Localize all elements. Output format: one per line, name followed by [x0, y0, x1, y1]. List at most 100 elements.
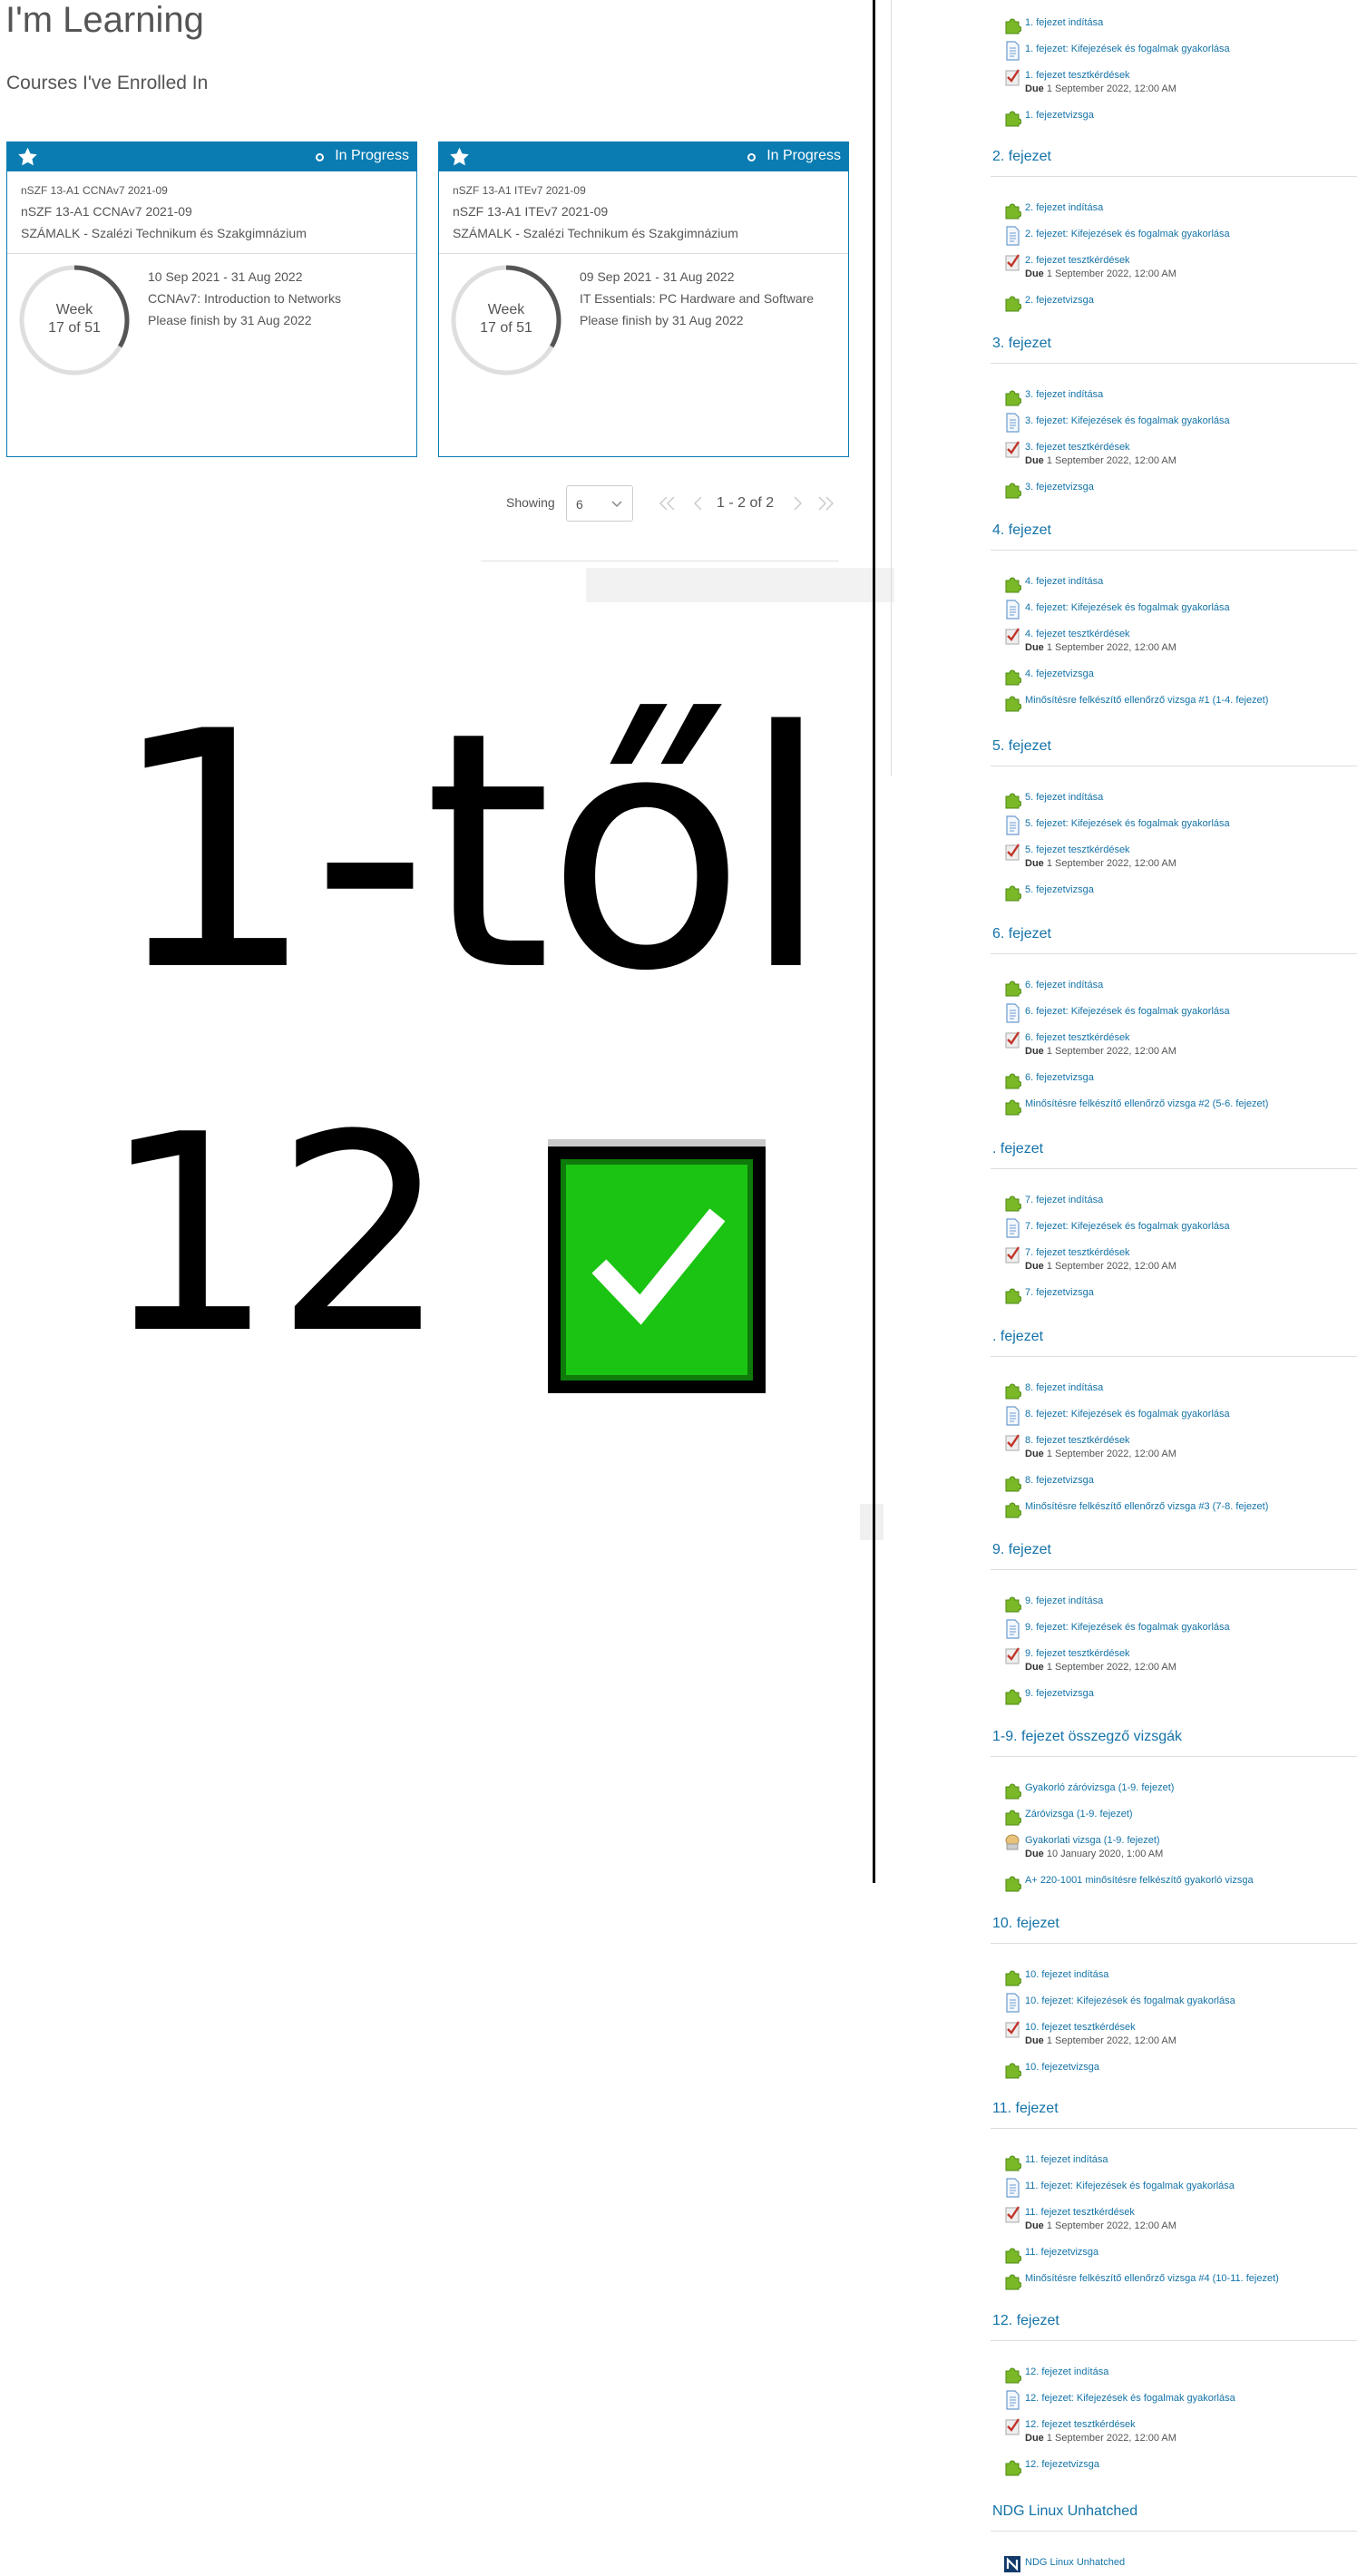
activity-link[interactable]: 4. fejezet tesztkérdések: [1025, 629, 1130, 639]
activity-link[interactable]: 4. fejezetvizsga: [1025, 668, 1094, 679]
activity-link[interactable]: 9. fejezet tesztkérdések: [1025, 1648, 1130, 1659]
course-title: CCNAv7: Introduction to Networks: [148, 291, 341, 306]
module-heading[interactable]: 3. fejezet: [992, 336, 1051, 352]
activity-link[interactable]: 10. fejezet: Kifejezések és fogalmak gya…: [1025, 1995, 1235, 2006]
activity-link[interactable]: A+ 220-1001 minősítésre felkészítő gyako…: [1025, 1875, 1254, 1886]
activity-link[interactable]: Minősítésre felkészítő ellenőrző vizsga …: [1025, 1501, 1268, 1512]
module-divider: [991, 363, 1357, 364]
activity-link[interactable]: 1. fejezet: Kifejezések és fogalmak gyak…: [1025, 44, 1230, 54]
module-heading[interactable]: 6. fejezet: [992, 926, 1051, 942]
chevron-down-icon: [611, 501, 622, 508]
activity-link[interactable]: 2. fejezet indítása: [1025, 202, 1103, 213]
module-heading[interactable]: . fejezet: [992, 1329, 1043, 1345]
next-page-button[interactable]: [786, 491, 809, 516]
module-heading[interactable]: 5. fejezet: [992, 738, 1051, 755]
lab-icon: [1003, 1832, 1021, 1852]
activity-link[interactable]: 11. fejezet: Kifejezések és fogalmak gya…: [1025, 2181, 1235, 2191]
module-heading[interactable]: 9. fejezet: [992, 1542, 1051, 1558]
section-title: Courses I've Enrolled In: [6, 73, 209, 93]
course-card[interactable]: In Progress nSZF 13-A1 ITEv7 2021-09 nSZ…: [438, 141, 849, 457]
scroll-handle[interactable]: [860, 1504, 884, 1540]
first-page-button[interactable]: [655, 491, 678, 516]
page-icon: [1003, 2178, 1021, 2198]
activity-link[interactable]: 12. fejezet indítása: [1025, 2366, 1108, 2377]
module-heading[interactable]: 12. fejezet: [992, 2313, 1059, 2329]
week-label: Week: [55, 302, 93, 317]
module-heading[interactable]: 1-9. fejezet összegző vizsgák: [992, 1729, 1182, 1745]
activity-link[interactable]: 12. fejezet tesztkérdések: [1025, 2419, 1136, 2430]
activity-link[interactable]: 9. fejezet: Kifejezések és fogalmak gyak…: [1025, 1622, 1230, 1633]
page-icon: [1003, 1003, 1021, 1023]
status-badge: In Progress: [766, 148, 841, 163]
puzzle-icon: [1003, 2364, 1022, 2384]
due-date: Due 1 September 2022, 12:00 AM: [1025, 1046, 1176, 1057]
activity-link[interactable]: 10. fejezet indítása: [1025, 1969, 1108, 1980]
scroll-bar[interactable]: [586, 568, 894, 602]
last-page-button[interactable]: [815, 491, 838, 516]
activity-link[interactable]: 12. fejezet: Kifejezések és fogalmak gya…: [1025, 2393, 1235, 2404]
star-icon[interactable]: [448, 146, 471, 168]
activity-link[interactable]: 10. fejezetvizsga: [1025, 2062, 1099, 2073]
activity-link[interactable]: 1. fejezet indítása: [1025, 17, 1103, 28]
activity-link[interactable]: 6. fejezet tesztkérdések: [1025, 1032, 1130, 1043]
activity-link[interactable]: 1. fejezet tesztkérdések: [1025, 70, 1130, 81]
activity-link[interactable]: 2. fejezet tesztkérdések: [1025, 255, 1130, 266]
activity-link[interactable]: Záróvizsga (1-9. fejezet): [1025, 1809, 1133, 1820]
activity-link[interactable]: 8. fejezet indítása: [1025, 1382, 1103, 1393]
module-heading[interactable]: 4. fejezet: [992, 522, 1051, 539]
module-heading[interactable]: . fejezet: [992, 1141, 1043, 1157]
activity-link[interactable]: 8. fejezet: Kifejezések és fogalmak gyak…: [1025, 1409, 1230, 1420]
activity-link[interactable]: 6. fejezet indítása: [1025, 980, 1103, 990]
activity-link[interactable]: 8. fejezetvizsga: [1025, 1475, 1094, 1486]
activity-link[interactable]: Minősítésre felkészítő ellenőrző vizsga …: [1025, 695, 1268, 706]
activity-link[interactable]: 4. fejezet: Kifejezések és fogalmak gyak…: [1025, 602, 1230, 613]
activity-link[interactable]: 3. fejezet indítása: [1025, 389, 1103, 400]
activity-link[interactable]: 3. fejezet: Kifejezések és fogalmak gyak…: [1025, 415, 1230, 426]
module-heading[interactable]: 11. fejezet: [992, 2101, 1059, 2117]
activity-link[interactable]: 12. fejezetvizsga: [1025, 2459, 1099, 2470]
activity-link[interactable]: Minősítésre felkészítő ellenőrző vizsga …: [1025, 2273, 1279, 2284]
panel-divider-light: [891, 0, 892, 776]
activity-link[interactable]: 7. fejezet: Kifejezések és fogalmak gyak…: [1025, 1221, 1230, 1232]
star-icon[interactable]: [16, 146, 39, 168]
course-card[interactable]: In Progress nSZF 13-A1 CCNAv7 2021-09 nS…: [6, 141, 417, 457]
activity-link[interactable]: 7. fejezet indítása: [1025, 1195, 1103, 1205]
activity-link[interactable]: 7. fejezet tesztkérdések: [1025, 1247, 1130, 1258]
activity-link[interactable]: 8. fejezet tesztkérdések: [1025, 1435, 1130, 1446]
showing-label: Showing: [506, 495, 555, 510]
activity-link[interactable]: 1. fejezetvizsga: [1025, 110, 1094, 121]
activity-link[interactable]: 6. fejezetvizsga: [1025, 1072, 1094, 1083]
activity-link[interactable]: 5. fejezet tesztkérdések: [1025, 844, 1130, 855]
activity-link[interactable]: Gyakorló záróvizsga (1-9. fejezet): [1025, 1782, 1174, 1793]
activity-link[interactable]: 11. fejezet indítása: [1025, 2154, 1108, 2165]
activity-link[interactable]: 4. fejezet indítása: [1025, 576, 1103, 587]
activity-link[interactable]: 5. fejezet: Kifejezések és fogalmak gyak…: [1025, 818, 1230, 829]
prev-page-button[interactable]: [687, 491, 710, 516]
module-heading[interactable]: 2. fejezet: [992, 149, 1051, 165]
module-heading[interactable]: NDG Linux Unhatched: [992, 2503, 1137, 2520]
page-size-select[interactable]: 6: [566, 485, 633, 522]
activity-link[interactable]: 5. fejezet indítása: [1025, 792, 1103, 803]
page-icon: [1003, 41, 1021, 61]
activity-link[interactable]: 5. fejezetvizsga: [1025, 884, 1094, 895]
activity-link[interactable]: 2. fejezetvizsga: [1025, 295, 1094, 306]
due-date: Due 1 September 2022, 12:00 AM: [1025, 83, 1176, 94]
activity-link[interactable]: 3. fejezet tesztkérdések: [1025, 442, 1130, 453]
activity-link[interactable]: 11. fejezet tesztkérdések: [1025, 2207, 1135, 2218]
activity-link[interactable]: Minősítésre felkészítő ellenőrző vizsga …: [1025, 1098, 1268, 1109]
quiz-icon: [1003, 67, 1021, 87]
activity-link[interactable]: Gyakorlati vizsga (1-9. fejezet): [1025, 1835, 1160, 1846]
activity-link[interactable]: 10. fejezet tesztkérdések: [1025, 2022, 1136, 2033]
activity-link[interactable]: 7. fejezetvizsga: [1025, 1287, 1094, 1298]
course-name[interactable]: nSZF 13-A1 CCNAv7 2021-09: [21, 204, 192, 219]
course-name[interactable]: nSZF 13-A1 ITEv7 2021-09: [453, 204, 608, 219]
activity-link[interactable]: 9. fejezetvizsga: [1025, 1688, 1094, 1699]
activity-link[interactable]: NDG Linux Unhatched: [1025, 2557, 1125, 2568]
activity-link[interactable]: 3. fejezetvizsga: [1025, 482, 1094, 493]
activity-link[interactable]: 6. fejezet: Kifejezések és fogalmak gyak…: [1025, 1006, 1230, 1017]
activity-link[interactable]: 2. fejezet: Kifejezések és fogalmak gyak…: [1025, 229, 1230, 239]
activity-link[interactable]: 11. fejezetvizsga: [1025, 2247, 1098, 2258]
card-divider: [439, 253, 848, 254]
module-heading[interactable]: 10. fejezet: [992, 1916, 1059, 1932]
activity-link[interactable]: 9. fejezet indítása: [1025, 1595, 1103, 1606]
